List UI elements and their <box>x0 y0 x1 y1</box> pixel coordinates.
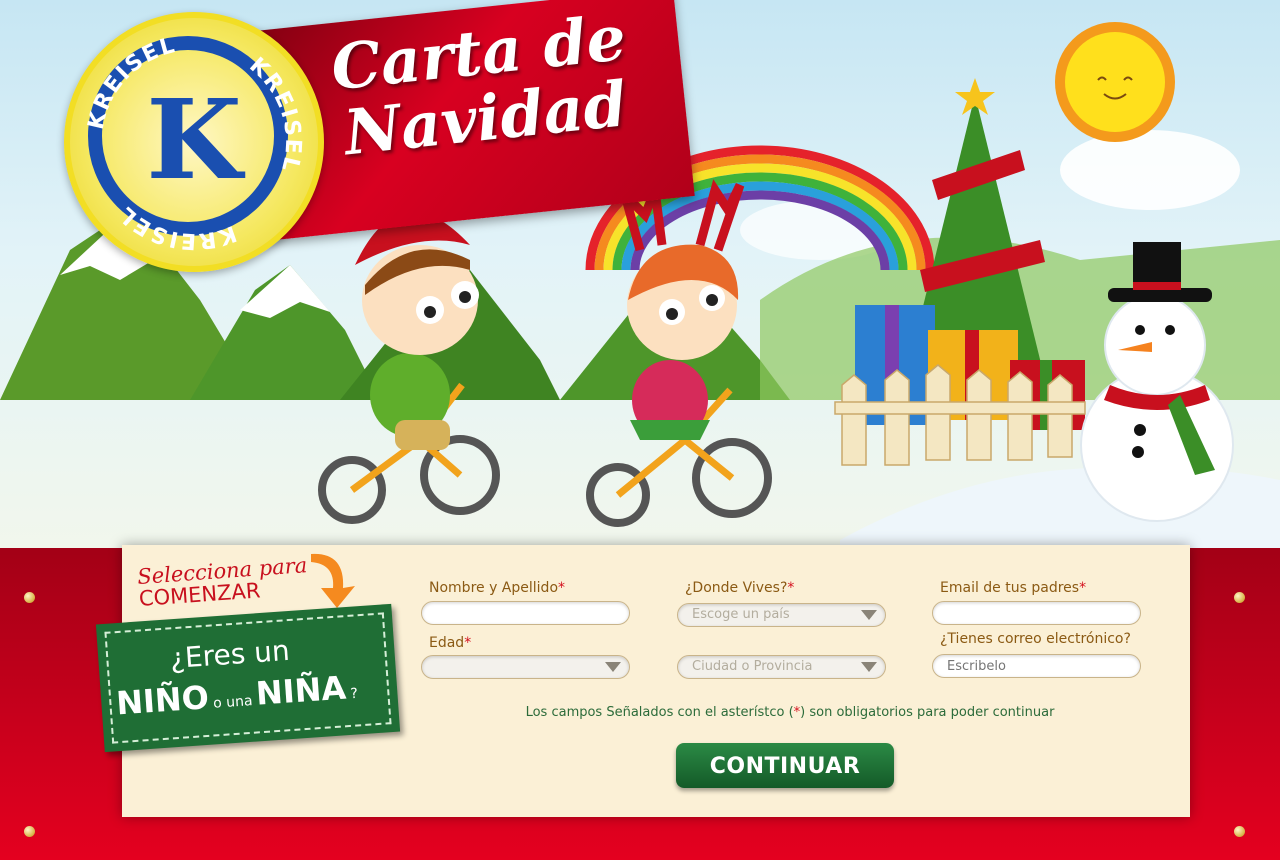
rivet-icon <box>1234 826 1245 837</box>
age-select[interactable] <box>421 655 630 679</box>
svg-text:KREISEL: KREISEL <box>244 53 305 175</box>
svg-text:KREISEL: KREISEL <box>113 200 239 253</box>
logo-k-icon: KREISEL KREISEL KREISEL K <box>84 33 305 254</box>
location-label: ¿Donde Vives?* <box>685 580 795 596</box>
rivet-icon <box>24 826 35 837</box>
city-select[interactable]: Ciudad o Provincia <box>677 655 886 679</box>
own-email-input[interactable] <box>932 654 1141 678</box>
sun-icon <box>1055 22 1175 142</box>
rivet-icon <box>24 592 35 603</box>
logo-ring-text-2: KREISEL <box>244 53 303 175</box>
logo-letter: K <box>146 75 245 204</box>
name-label: Nombre y Apellido* <box>429 580 566 596</box>
required-fields-note: Los campos Señalados con el asterístco (… <box>525 705 1055 720</box>
question-mark: ? <box>349 685 359 703</box>
logo-ring-text-3: KREISEL <box>113 200 237 253</box>
parents-email-label: Email de tus padres* <box>940 580 1087 596</box>
girl-option[interactable]: NIÑA <box>255 669 348 713</box>
rivet-icon <box>1234 592 1245 603</box>
age-label: Edad* <box>429 635 472 651</box>
kreisel-logo[interactable]: KREISEL KREISEL KREISEL K <box>64 12 324 272</box>
chevron-down-icon <box>861 662 877 672</box>
chevron-down-icon <box>861 610 877 620</box>
own-email-label: ¿Tienes correo electrónico? <box>940 631 1131 647</box>
chevron-down-icon <box>605 662 621 672</box>
name-input[interactable] <box>421 601 630 625</box>
country-select[interactable]: Escoge un país <box>677 603 886 627</box>
arrow-down-icon <box>311 553 355 608</box>
boy-option[interactable]: NIÑO <box>115 678 210 722</box>
continue-button[interactable]: CONTINUAR <box>676 743 894 788</box>
parents-email-input[interactable] <box>932 601 1141 625</box>
gender-connector: o una <box>212 693 254 712</box>
